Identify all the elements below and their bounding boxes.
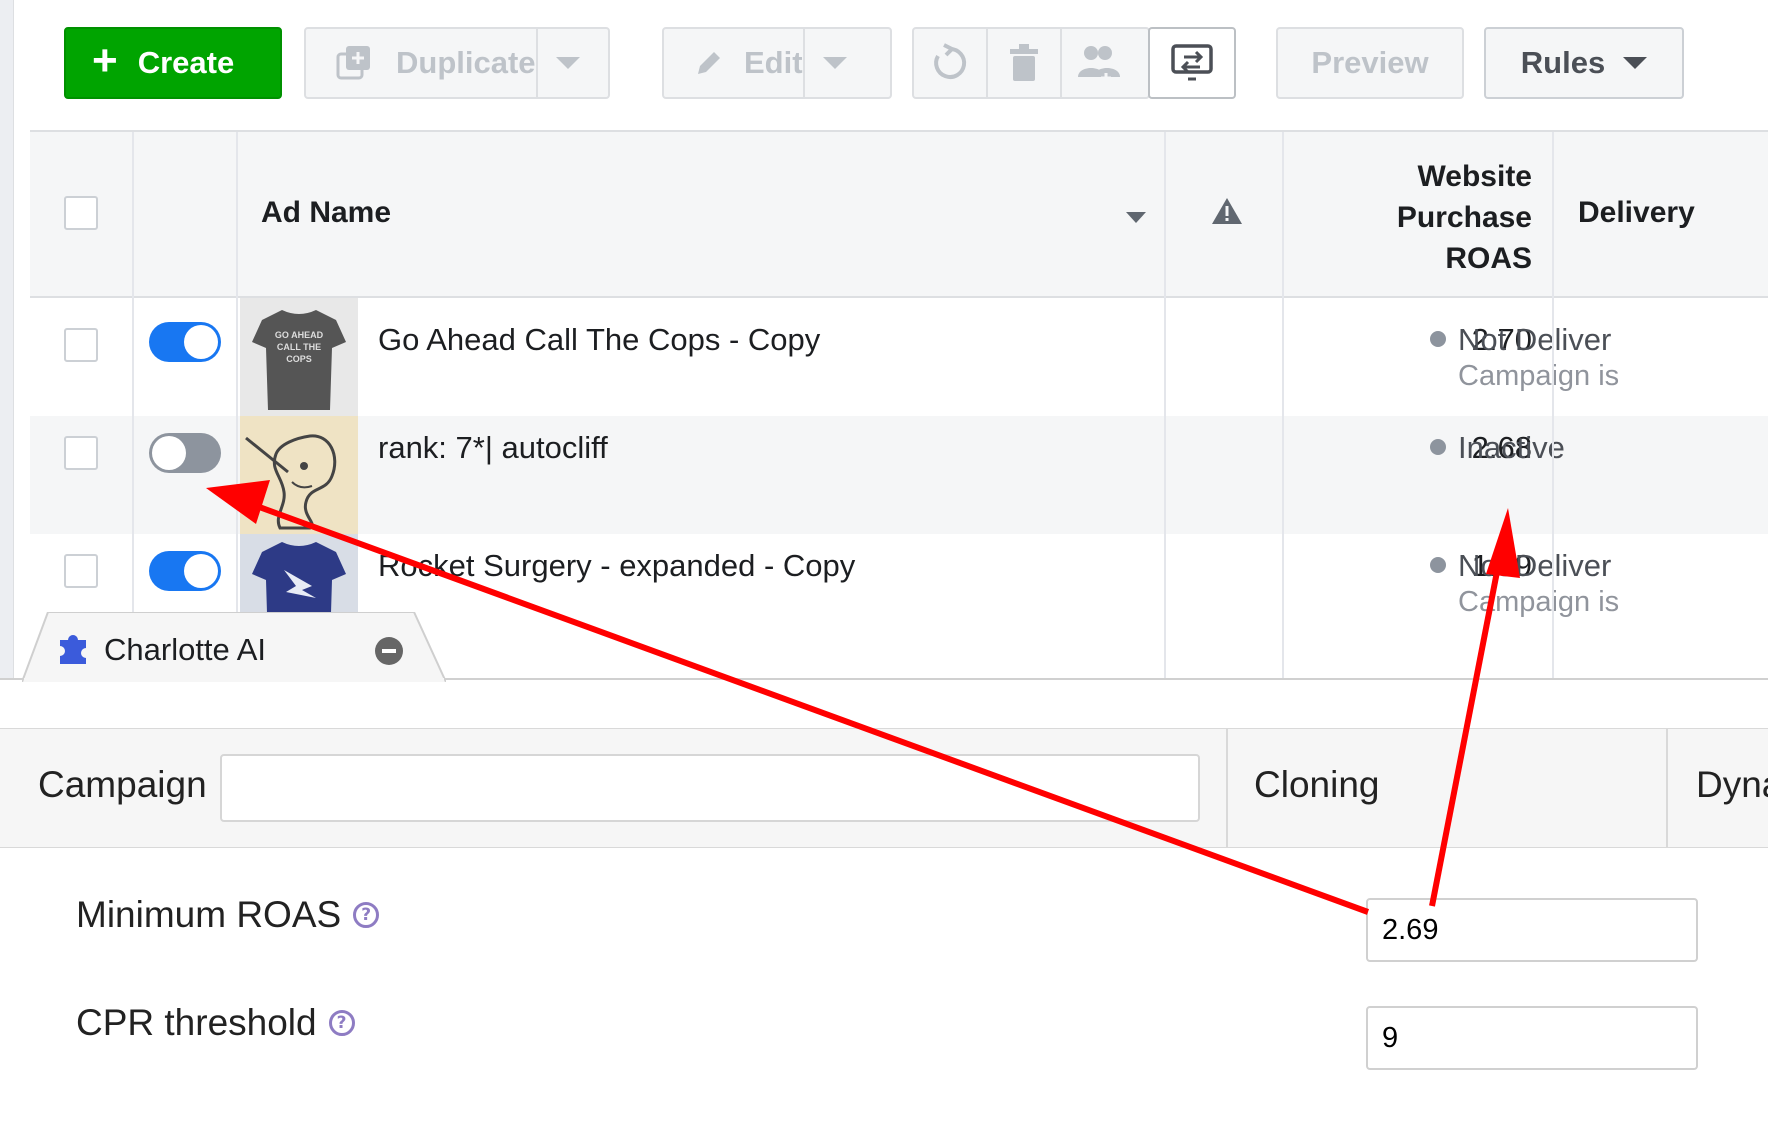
help-icon[interactable]: ? <box>353 902 380 929</box>
refresh-icon <box>934 43 967 79</box>
delivery-status: Not Deliver <box>1430 548 1611 584</box>
compare-arrows-icon <box>1171 44 1213 81</box>
plus-icon: + <box>92 36 118 85</box>
minimum-roas-input[interactable]: 2.69 <box>1366 898 1698 962</box>
delivery-status: Not Deliver <box>1430 322 1611 358</box>
ad-name-link[interactable]: Go Ahead Call The Cops - Copy <box>378 322 820 358</box>
delivery-status: Inactive <box>1430 430 1565 466</box>
svg-text:COPS: COPS <box>286 354 312 364</box>
row-checkbox[interactable] <box>64 554 98 588</box>
ads-table: GO AHEAD CALL THE COPS Go Ahead Call The… <box>30 130 1768 678</box>
left-sidebar-edge <box>0 0 14 678</box>
duplicate-button[interactable]: Duplicate <box>304 27 610 99</box>
table-row[interactable]: rank: 7*| autocliff 2.68 Inactive <box>30 416 1768 534</box>
ad-toggle[interactable] <box>149 322 221 362</box>
help-icon[interactable]: ? <box>328 1010 355 1037</box>
share-audience-button[interactable] <box>1062 29 1136 97</box>
column-divider <box>132 132 134 678</box>
rules-button[interactable]: Rules <box>1484 27 1684 99</box>
column-divider <box>1552 132 1554 678</box>
column-divider <box>1282 132 1284 678</box>
ad-toggle[interactable] <box>149 551 221 591</box>
status-dot-icon <box>1430 556 1446 573</box>
cloning-tab[interactable]: Cloning <box>1254 764 1379 806</box>
duplicate-icon <box>336 46 370 80</box>
toolbar: + Create Duplicate Edit Preview Rules <box>30 0 1768 130</box>
svg-text:GO AHEAD: GO AHEAD <box>275 330 324 340</box>
select-all-checkbox[interactable] <box>64 196 98 230</box>
svg-text:CALL THE: CALL THE <box>277 342 321 352</box>
edit-dropdown[interactable] <box>802 29 865 97</box>
chevron-down-icon <box>1623 57 1648 69</box>
create-label: Create <box>137 45 235 80</box>
ad-thumbnail <box>240 416 358 534</box>
ad-name-link[interactable]: Rocket Surgery - expanded - Copy <box>378 548 855 584</box>
status-dot-icon <box>1430 438 1446 455</box>
roas-column-header[interactable]: Website Purchase ROAS <box>1397 156 1532 279</box>
cpr-threshold-label: CPR threshold? <box>76 1002 355 1044</box>
rules-label: Rules <box>1520 45 1606 80</box>
status-dot-icon <box>1430 330 1446 347</box>
action-icon-group <box>912 27 1150 99</box>
delivery-substatus: Campaign is <box>1458 360 1620 392</box>
pencil-icon <box>698 52 720 74</box>
duplicate-dropdown[interactable] <box>535 29 598 97</box>
people-add-icon <box>1078 46 1120 83</box>
band-divider <box>1666 728 1668 848</box>
ad-name-column-header[interactable]: Ad Name <box>261 196 391 230</box>
row-checkbox[interactable] <box>64 436 98 470</box>
preview-label: Preview <box>1311 45 1429 80</box>
ad-name-link[interactable]: rank: 7*| autocliff <box>378 430 608 466</box>
charlotte-tab-title: Charlotte AI <box>104 632 266 667</box>
column-divider <box>236 132 238 678</box>
table-row[interactable]: GO AHEAD CALL THE COPS Go Ahead Call The… <box>30 298 1768 416</box>
edit-button[interactable]: Edit <box>662 27 892 99</box>
band-divider <box>1226 728 1228 848</box>
ad-thumbnail: GO AHEAD CALL THE COPS <box>240 298 358 416</box>
duplicate-label: Duplicate <box>396 45 536 80</box>
minimize-icon[interactable] <box>375 637 403 665</box>
compare-button[interactable] <box>1148 27 1236 99</box>
preview-button[interactable]: Preview <box>1276 27 1464 99</box>
cpr-threshold-input[interactable]: 9 <box>1366 1006 1698 1070</box>
edit-label: Edit <box>744 45 803 80</box>
warning-icon <box>1212 198 1242 224</box>
row-checkbox[interactable] <box>64 328 98 362</box>
delete-button[interactable] <box>988 29 1062 97</box>
column-divider <box>1164 132 1166 678</box>
delivery-column-header[interactable]: Delivery <box>1578 196 1695 230</box>
sort-chevron-icon[interactable] <box>1126 212 1146 223</box>
ad-toggle[interactable] <box>149 433 221 473</box>
chevron-down-icon <box>822 57 847 69</box>
create-button[interactable]: + Create <box>64 27 282 99</box>
trash-icon <box>1010 44 1038 81</box>
campaign-input[interactable] <box>220 754 1200 822</box>
dynamic-tab[interactable]: Dyna <box>1696 764 1768 806</box>
puzzle-icon <box>60 635 86 664</box>
campaign-label: Campaign <box>38 764 207 805</box>
delivery-substatus: Campaign is <box>1458 586 1620 618</box>
refresh-button[interactable] <box>914 29 988 97</box>
chevron-down-icon <box>555 57 580 69</box>
minimum-roas-label: Minimum ROAS? <box>76 894 380 936</box>
